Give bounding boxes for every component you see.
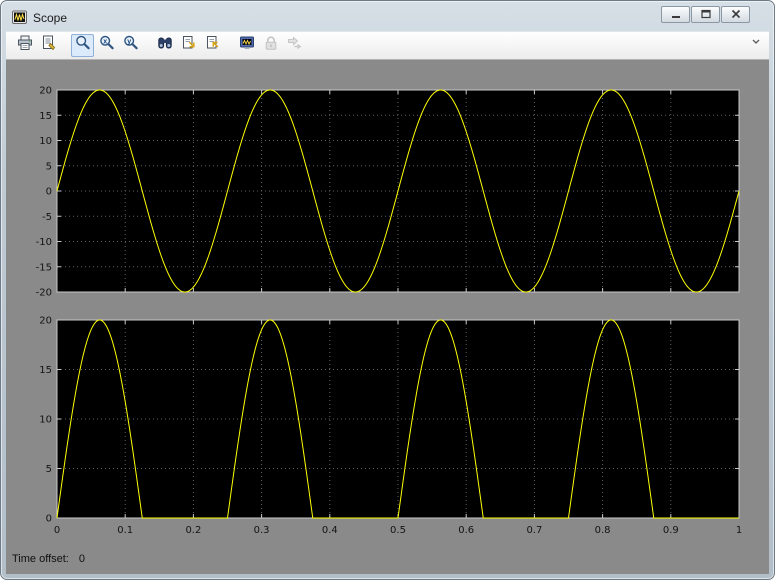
lock-icon [262, 34, 280, 57]
scope-window: Scope xy -20 -15 -10 -5 0 5 10 15 20 0 5 10 15 20 0 0.… [0, 0, 775, 580]
toolbar-group [153, 34, 225, 57]
zoom-x-button[interactable]: x [95, 34, 118, 57]
save-axes-button[interactable] [177, 34, 200, 57]
titlebar: Scope [7, 5, 768, 30]
scope-plot-bottom[interactable]: 0 5 10 15 20 0 0.1 0.2 0.3 0.4 0.5 0.6 0.7 0.8 0.9 1 [12, 315, 743, 544]
zoom-y-icon: y [122, 34, 140, 57]
svg-text:20: 20 [39, 86, 52, 97]
svg-text:10: 10 [39, 415, 52, 426]
scope-app-icon [12, 10, 27, 25]
scope-plot-top[interactable]: -20 -15 -10 -5 0 5 10 15 20 [12, 85, 743, 299]
toolbar-group: xy [71, 34, 143, 57]
window-title: Scope [33, 10, 68, 25]
toolbar-group [13, 34, 61, 57]
status-bar: Time offset: 0 [12, 553, 85, 565]
print-button[interactable] [13, 34, 36, 57]
svg-text:x: x [103, 38, 107, 45]
floating-scope-button[interactable] [235, 34, 258, 57]
svg-text:0.2: 0.2 [185, 525, 201, 536]
svg-text:0: 0 [46, 514, 52, 525]
parameters-button[interactable] [37, 34, 60, 57]
svg-text:-20: -20 [36, 288, 52, 298]
svg-text:0.1: 0.1 [117, 525, 133, 536]
parameters-icon [40, 34, 58, 57]
svg-text:-5: -5 [42, 212, 52, 223]
svg-text:0.3: 0.3 [254, 525, 270, 536]
signal-selection-button [283, 34, 306, 57]
svg-text:10: 10 [39, 136, 52, 147]
svg-text:0.8: 0.8 [595, 525, 611, 536]
svg-text:0.7: 0.7 [526, 525, 542, 536]
svg-text:5: 5 [46, 464, 52, 475]
lock-axes-button [259, 34, 282, 57]
zoom-x-icon: x [98, 34, 116, 57]
svg-text:-15: -15 [36, 262, 52, 273]
zoom-icon [74, 34, 92, 57]
minimize-icon [670, 6, 682, 24]
close-icon [730, 6, 742, 24]
restore-axes-icon [204, 34, 222, 57]
toolbar-groups: xy [13, 34, 317, 57]
svg-text:0.6: 0.6 [458, 525, 474, 536]
toolbar-group [235, 34, 307, 57]
binoculars-icon [156, 34, 174, 57]
svg-text:-10: -10 [36, 237, 52, 248]
zoom-button[interactable] [71, 34, 94, 57]
printer-icon [16, 34, 34, 57]
time-offset-value: 0 [78, 553, 85, 565]
window-controls [661, 6, 750, 23]
autoscale-button[interactable] [153, 34, 176, 57]
maximize-button[interactable] [691, 6, 720, 23]
svg-text:0.9: 0.9 [663, 525, 679, 536]
svg-text:15: 15 [39, 111, 52, 122]
maximize-icon [700, 6, 712, 24]
save-axes-icon [180, 34, 198, 57]
svg-text:0: 0 [54, 525, 60, 536]
signal-selection-icon [286, 34, 304, 57]
svg-text:20: 20 [39, 316, 52, 327]
svg-text:5: 5 [46, 161, 52, 172]
svg-text:y: y [127, 38, 131, 45]
svg-text:0.4: 0.4 [322, 525, 338, 536]
svg-text:1: 1 [736, 525, 742, 536]
chevron-down-icon[interactable] [751, 34, 761, 52]
svg-text:0: 0 [46, 187, 52, 198]
floating-scope-icon [238, 34, 256, 57]
close-button[interactable] [721, 6, 750, 23]
zoom-y-button[interactable]: y [119, 34, 142, 57]
time-offset-label: Time offset: [12, 553, 69, 565]
minimize-button[interactable] [661, 6, 690, 23]
scope-figure-area: -20 -15 -10 -5 0 5 10 15 20 0 5 10 15 20 0 0.1 0.2 0.3 0.… [6, 60, 769, 574]
svg-text:15: 15 [39, 365, 52, 376]
toolbar: xy [6, 31, 769, 60]
svg-text:0.5: 0.5 [390, 525, 406, 536]
restore-axes-button[interactable] [201, 34, 224, 57]
